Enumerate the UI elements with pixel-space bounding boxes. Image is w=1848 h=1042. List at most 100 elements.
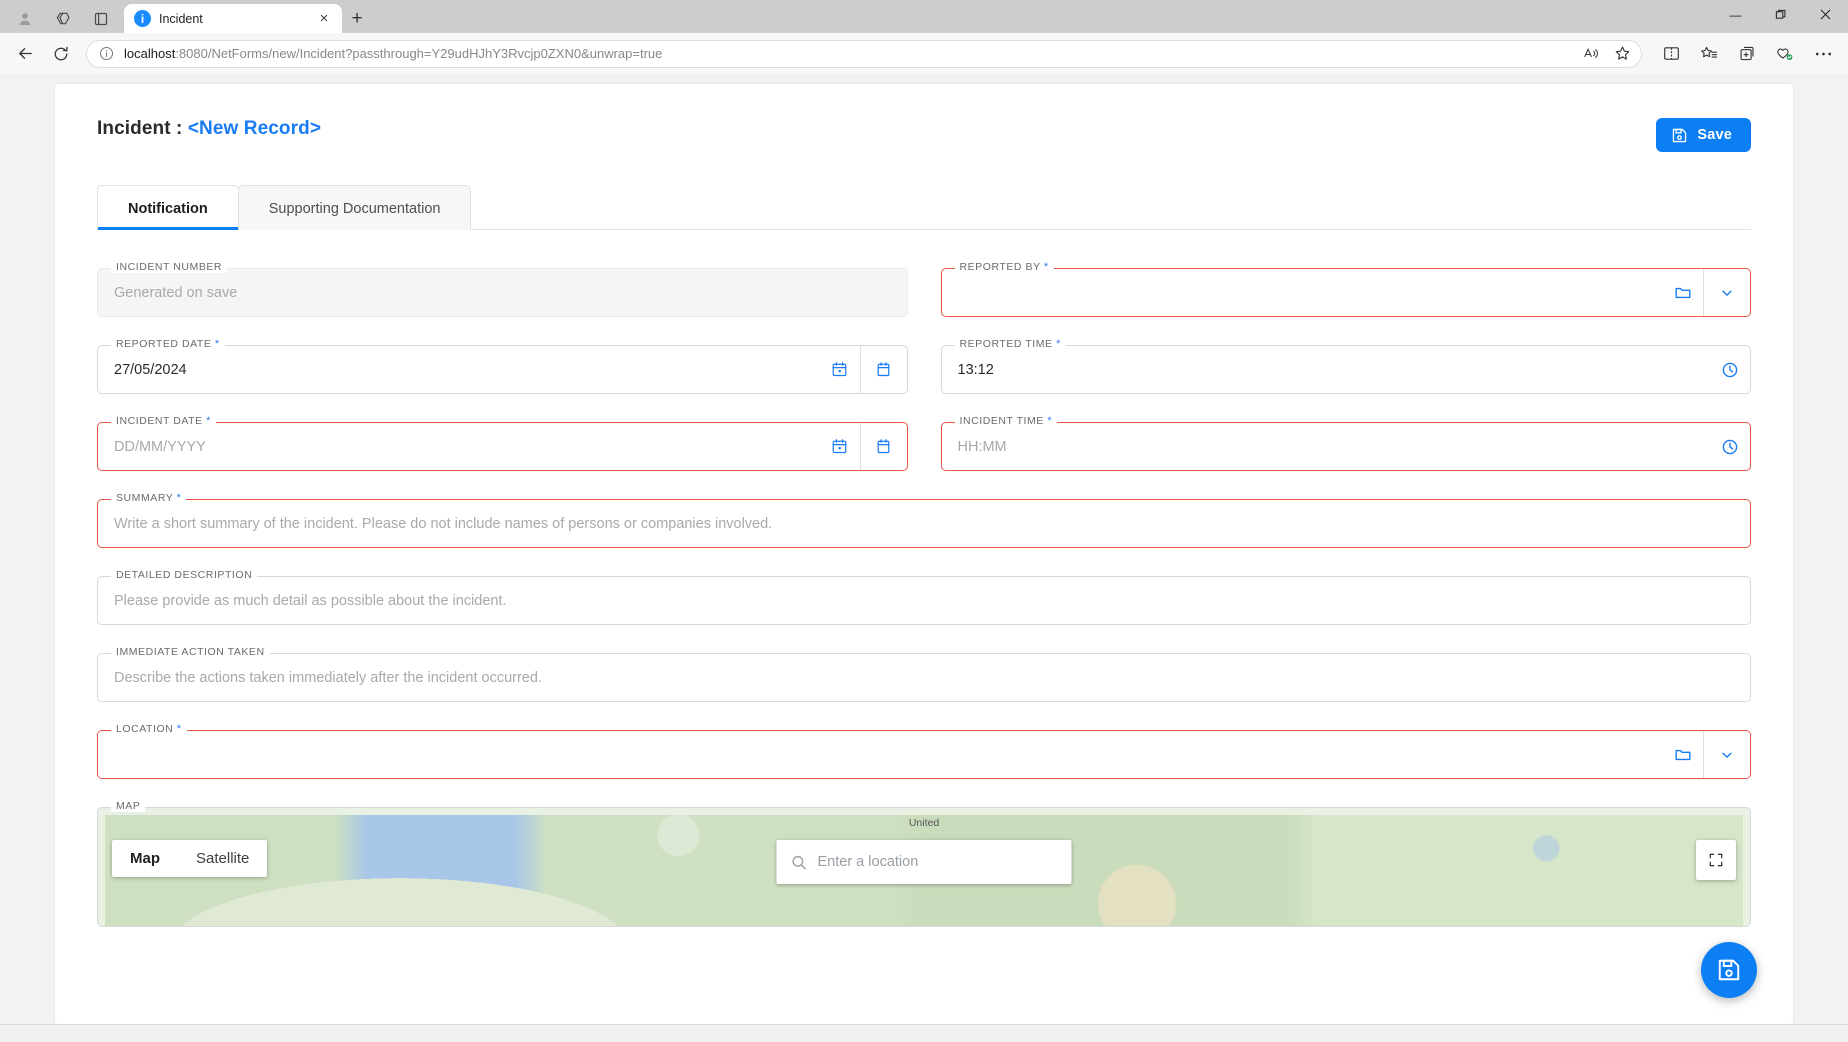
clock-icon[interactable] [1710, 346, 1750, 393]
workspaces-icon[interactable] [44, 4, 82, 33]
incident-number-label: INCIDENT NUMBER [111, 261, 227, 273]
site-info-icon[interactable] [99, 46, 114, 61]
form-row-1: INCIDENT NUMBER REPORTED BY * [97, 268, 1751, 317]
read-aloud-icon[interactable] [1583, 46, 1600, 61]
field-incident-number: INCIDENT NUMBER [97, 268, 908, 317]
field-immediate-action-taken: IMMEDIATE ACTION TAKEN [97, 653, 1751, 702]
browser-tab[interactable]: i Incident × [124, 4, 342, 33]
favorites-icon[interactable] [1692, 38, 1726, 70]
detailed-description-input[interactable] [98, 577, 1750, 624]
floating-save-button[interactable] [1701, 942, 1757, 998]
page-title-record: <New Record> [188, 118, 321, 139]
incident-number-input [98, 269, 907, 316]
close-button[interactable] [1803, 0, 1848, 29]
split-screen-icon[interactable] [1654, 38, 1688, 70]
detailed-description-label: DETAILED DESCRIPTION [111, 569, 257, 581]
form-row-3: INCIDENT DATE * [97, 422, 1751, 471]
map-container[interactable]: United Map Satellite [97, 807, 1751, 927]
browser-status-bar [0, 1024, 1848, 1042]
map-country-label: United [909, 817, 939, 829]
map-label: MAP [111, 800, 145, 812]
folder-icon[interactable] [1663, 731, 1703, 778]
map-search-placeholder: Enter a location [818, 854, 919, 870]
incident-date-label: INCIDENT DATE * [111, 415, 216, 427]
page-title-prefix: Incident : [97, 118, 188, 139]
browser-navbar: localhost:8080/NetForms/new/Incident?pas… [0, 33, 1848, 74]
window-controls: — [1713, 0, 1848, 29]
page-title: Incident : <New Record> [97, 118, 321, 140]
browser-tab-strip: i Incident × + — [0, 0, 1848, 33]
field-incident-date: INCIDENT DATE * [97, 422, 908, 471]
summary-input[interactable] [98, 500, 1750, 547]
form-tabs: Notification Supporting Documentation [97, 185, 1751, 230]
calendar-today-icon[interactable] [820, 346, 860, 393]
clock-icon[interactable] [1710, 423, 1750, 470]
reported-by-label: REPORTED BY * [955, 261, 1054, 273]
reported-date-label: REPORTED DATE * [111, 338, 225, 350]
chevron-down-icon[interactable] [1703, 731, 1750, 778]
reported-time-label: REPORTED TIME * [955, 338, 1066, 350]
browser-essentials-icon[interactable] [1768, 38, 1802, 70]
minimize-button[interactable]: — [1713, 0, 1758, 29]
map-search-box[interactable]: Enter a location [777, 840, 1072, 884]
calendar-icon[interactable] [860, 423, 907, 470]
page-header: Incident : <New Record> Save [97, 118, 1751, 152]
new-tab-button[interactable]: + [342, 4, 372, 33]
incident-time-input[interactable] [942, 423, 1711, 470]
immediate-action-label: IMMEDIATE ACTION TAKEN [111, 646, 270, 658]
tab-title: Incident [159, 12, 306, 26]
field-incident-time: INCIDENT TIME * [941, 422, 1752, 471]
form-card: Incident : <New Record> Save N [55, 84, 1793, 1024]
profile-icon[interactable] [6, 4, 44, 33]
search-icon [791, 854, 808, 871]
browser-toolbar-right [1650, 38, 1840, 70]
location-input[interactable] [98, 731, 1663, 778]
field-reported-time: REPORTED TIME * [941, 345, 1752, 394]
fullscreen-icon[interactable] [1696, 840, 1736, 880]
url-path: :8080/NetForms/new/Incident?passthrough=… [175, 46, 662, 61]
page-viewport: Incident : <New Record> Save N [0, 74, 1848, 1024]
save-button-label: Save [1697, 127, 1732, 143]
field-summary: SUMMARY * [97, 499, 1751, 548]
map-type-switcher: Map Satellite [112, 840, 267, 877]
browser-window: i Incident × + — [0, 0, 1848, 1042]
map-type-satellite[interactable]: Satellite [178, 840, 267, 877]
settings-more-icon[interactable] [1806, 38, 1840, 70]
incident-date-input[interactable] [98, 423, 820, 470]
save-button[interactable]: Save [1656, 118, 1751, 152]
location-label: LOCATION * [111, 723, 187, 735]
field-location: LOCATION * [97, 730, 1751, 779]
tab-supporting-documentation[interactable]: Supporting Documentation [238, 185, 472, 230]
add-favorite-icon[interactable] [1614, 45, 1631, 62]
tab-notification[interactable]: Notification [97, 185, 239, 230]
url-host: localhost [124, 46, 175, 61]
reported-time-input[interactable] [942, 346, 1711, 393]
chevron-down-icon[interactable] [1703, 269, 1750, 316]
calendar-today-icon[interactable] [820, 423, 860, 470]
field-detailed-description: DETAILED DESCRIPTION [97, 576, 1751, 625]
address-bar[interactable]: localhost:8080/NetForms/new/Incident?pas… [86, 40, 1642, 68]
save-icon [1671, 127, 1688, 144]
field-map: MAP United Map Satellite [97, 807, 1751, 927]
back-icon[interactable] [8, 38, 42, 70]
immediate-action-input[interactable] [98, 654, 1750, 701]
collections-icon[interactable] [1730, 38, 1764, 70]
folder-icon[interactable] [1663, 269, 1703, 316]
calendar-icon[interactable] [860, 346, 907, 393]
info-circle-icon: i [134, 10, 151, 27]
field-reported-by: REPORTED BY * [941, 268, 1752, 317]
reported-by-input[interactable] [942, 269, 1664, 316]
form-row-2: REPORTED DATE * [97, 345, 1751, 394]
incident-time-label: INCIDENT TIME * [955, 415, 1058, 427]
reload-icon[interactable] [44, 38, 78, 70]
address-bar-url: localhost:8080/NetForms/new/Incident?pas… [124, 46, 1573, 61]
reported-date-input[interactable] [98, 346, 820, 393]
close-icon[interactable]: × [314, 11, 334, 26]
tab-actions-icon[interactable] [82, 4, 120, 33]
maximize-button[interactable] [1758, 0, 1803, 29]
incident-form: INCIDENT NUMBER REPORTED BY * [97, 230, 1751, 927]
summary-label: SUMMARY * [111, 492, 186, 504]
map-type-map[interactable]: Map [112, 840, 178, 877]
save-icon [1716, 957, 1742, 983]
field-reported-date: REPORTED DATE * [97, 345, 908, 394]
